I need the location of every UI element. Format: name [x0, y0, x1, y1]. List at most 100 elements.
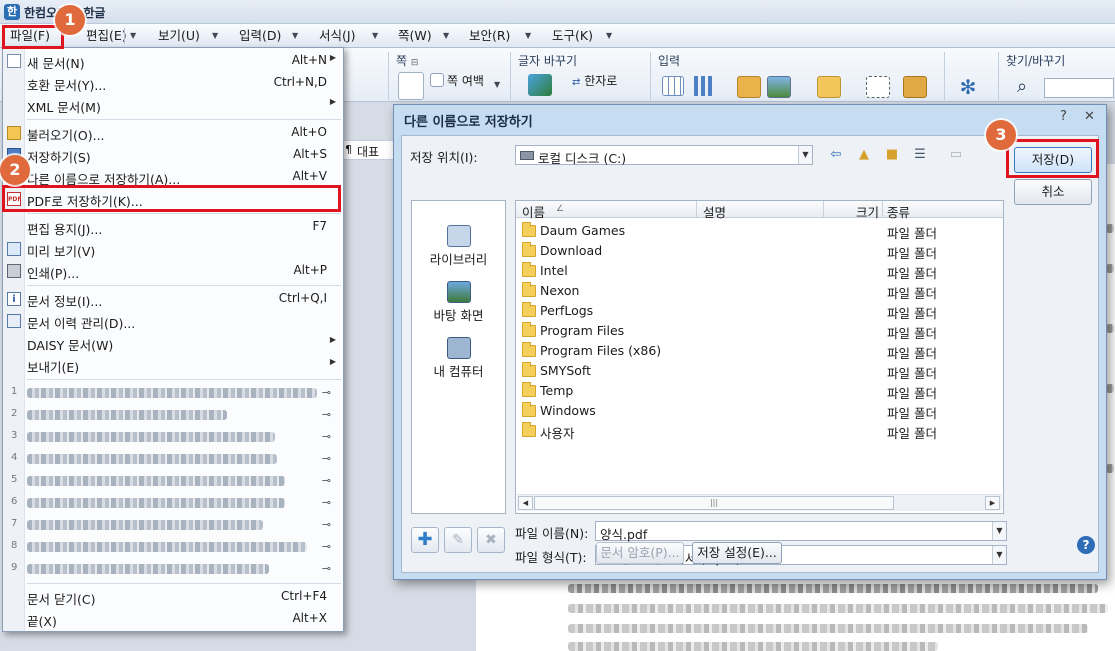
page-margin-label[interactable]: 쪽 여백 [447, 72, 484, 89]
page-icon[interactable] [398, 72, 424, 100]
scroll-left-icon[interactable]: ◀ [518, 496, 533, 510]
up-folder-icon[interactable]: ▲ [854, 146, 874, 164]
column-type[interactable]: 종류 [887, 202, 910, 221]
pin-icon[interactable]: ⊸ [322, 474, 331, 487]
view-menu-icon[interactable]: ☰ [910, 146, 930, 164]
menu-format-dropdown-icon[interactable]: ▼ [372, 27, 378, 45]
filename-input[interactable]: 양식.pdf ▼ [595, 521, 1007, 542]
column-description[interactable]: 설명 [703, 202, 726, 221]
pin-icon[interactable]: ⊸ [322, 562, 331, 575]
pin-icon[interactable]: ⊸ [322, 540, 331, 553]
menu-insert[interactable]: 입력(D) [239, 27, 281, 45]
hanja-convert-label[interactable]: ⇄ 한자로 [572, 72, 617, 89]
horizontal-scrollbar[interactable]: ◀ ||| ▶ [517, 494, 1002, 511]
recent-file-item[interactable]: 2 ⊸ [3, 404, 343, 426]
recent-file-item[interactable]: 6 ⊸ [3, 492, 343, 514]
pin-icon[interactable]: ⊸ [322, 430, 331, 443]
pin-icon[interactable]: ⊸ [322, 452, 331, 465]
folder-insert-icon[interactable] [817, 76, 841, 98]
place-desktop[interactable]: 바탕 화면 [412, 281, 505, 333]
file-row[interactable]: PerfLogs 파일 폴더 [516, 301, 1003, 321]
menu-page-dropdown-icon[interactable]: ▼ [443, 27, 449, 45]
file-row[interactable]: Nexon 파일 폴더 [516, 281, 1003, 301]
file-row[interactable]: SMYSoft 파일 폴더 [516, 361, 1003, 381]
find-input[interactable] [1044, 78, 1114, 98]
binoculars-icon[interactable]: ⌕ [1010, 76, 1034, 98]
place-computer[interactable]: 내 컴퓨터 [412, 337, 505, 389]
file-menu-compat[interactable]: 호환 문서(Y)... Ctrl+N,D [3, 72, 343, 94]
new-folder-icon[interactable]: ■ [882, 146, 902, 164]
lock-icon[interactable] [903, 76, 927, 98]
chart-icon[interactable] [692, 76, 714, 96]
recent-file-item[interactable]: 1 ⊸ [3, 382, 343, 404]
recent-file-item[interactable]: 8 ⊸ [3, 536, 343, 558]
file-menu-history[interactable]: 문서 이력 관리(D)... [3, 310, 343, 332]
menu-page[interactable]: 쪽(W) [398, 27, 432, 45]
remove-place-button[interactable]: ✖ [477, 527, 505, 553]
file-row[interactable]: Temp 파일 폴더 [516, 381, 1003, 401]
char-change-icon[interactable] [528, 74, 552, 96]
table-icon[interactable] [662, 76, 684, 96]
back-icon[interactable]: ⇦ [826, 146, 846, 164]
column-size[interactable]: 크기 [856, 202, 879, 221]
file-menu-save[interactable]: 저장하기(S) Alt+S [3, 144, 343, 166]
save-location-combo[interactable]: 로컬 디스크 (C:) ▼ [515, 145, 813, 166]
file-row[interactable]: Windows 파일 폴더 [516, 401, 1003, 421]
file-menu-xml[interactable]: XML 문서(M) ▶ [3, 94, 343, 116]
file-menu-preview[interactable]: 미리 보기(V) [3, 238, 343, 260]
file-row[interactable]: Intel 파일 폴더 [516, 261, 1003, 281]
picture-icon[interactable] [767, 76, 791, 98]
menu-edit[interactable]: 편집(E) [86, 27, 127, 45]
menu-insert-dropdown-icon[interactable]: ▼ [292, 27, 298, 45]
chevron-down-icon[interactable]: ▼ [992, 546, 1006, 564]
symbol-icon[interactable]: ✻ [956, 76, 980, 98]
edit-place-button[interactable]: ✎ [444, 527, 472, 553]
add-place-button[interactable]: ✚ [411, 527, 439, 553]
column-name[interactable]: 이름 [522, 202, 545, 221]
help-icon[interactable]: ? [1077, 536, 1095, 554]
menu-tools[interactable]: 도구(K) [552, 27, 593, 45]
help-title-icon[interactable]: ? [1060, 109, 1067, 124]
pin-icon[interactable]: ⊸ [322, 496, 331, 509]
menu-view[interactable]: 보기(U) [158, 27, 200, 45]
pin-icon[interactable]: ⊸ [322, 386, 331, 399]
recent-file-item[interactable]: 3 ⊸ [3, 426, 343, 448]
file-menu-daisy[interactable]: DAISY 문서(W) ▶ [3, 332, 343, 354]
recent-file-item[interactable]: 4 ⊸ [3, 448, 343, 470]
scroll-thumb[interactable]: ||| [534, 496, 894, 510]
chevron-down-icon[interactable]: ▼ [992, 522, 1006, 540]
menu-view-dropdown-icon[interactable]: ▼ [212, 27, 218, 45]
file-row[interactable]: Program Files 파일 폴더 [516, 321, 1003, 341]
menu-security[interactable]: 보안(R) [469, 27, 510, 45]
pin-icon[interactable]: ⊸ [322, 518, 331, 531]
shape-icon[interactable] [737, 76, 761, 98]
file-menu-print[interactable]: 인쇄(P)... Alt+P [3, 260, 343, 282]
cancel-button[interactable]: 취소 [1014, 179, 1092, 205]
place-library[interactable]: 라이브러리 [412, 225, 505, 277]
page-margin-dropdown-icon[interactable]: ▼ [494, 76, 500, 94]
menu-format[interactable]: 서식(J) [319, 27, 355, 45]
group-expand-icon[interactable]: ⊟ [411, 58, 419, 68]
doc-password-button[interactable]: 문서 암호(P)... [596, 542, 684, 564]
pin-icon[interactable]: ⊸ [322, 408, 331, 421]
chevron-down-icon[interactable]: ▼ [798, 146, 812, 164]
file-menu-exit[interactable]: 끝(X) Alt+X [3, 608, 343, 630]
save-settings-button[interactable]: 저장 설정(E)... [692, 542, 782, 564]
file-menu-new[interactable]: 새 문서(N) Alt+N ▶ [3, 50, 343, 72]
file-row[interactable]: 사용자 파일 폴더 [516, 421, 1003, 441]
recent-file-item[interactable]: 7 ⊸ [3, 514, 343, 536]
file-menu-close[interactable]: 문서 닫기(C) Ctrl+F4 [3, 586, 343, 608]
file-menu-page-setup[interactable]: 편집 용지(J)... F7 [3, 216, 343, 238]
close-icon[interactable]: ✕ [1084, 109, 1095, 124]
menu-security-dropdown-icon[interactable]: ▼ [525, 27, 531, 45]
style-combo[interactable]: ¶ 대표 [340, 140, 400, 160]
file-menu-doc-info[interactable]: i 문서 정보(I)... Ctrl+Q,I [3, 288, 343, 310]
recent-file-item[interactable]: 9 ⊸ [3, 558, 343, 580]
select-object-icon[interactable] [866, 76, 890, 98]
file-menu-open[interactable]: 불러오기(O)... Alt+O [3, 122, 343, 144]
file-row[interactable]: Program Files (x86) 파일 폴더 [516, 341, 1003, 361]
menu-tools-dropdown-icon[interactable]: ▼ [606, 27, 612, 45]
recent-file-item[interactable]: 5 ⊸ [3, 470, 343, 492]
file-row[interactable]: Daum Games 파일 폴더 [516, 221, 1003, 241]
menu-edit-dropdown-icon[interactable]: ▼ [130, 27, 136, 45]
